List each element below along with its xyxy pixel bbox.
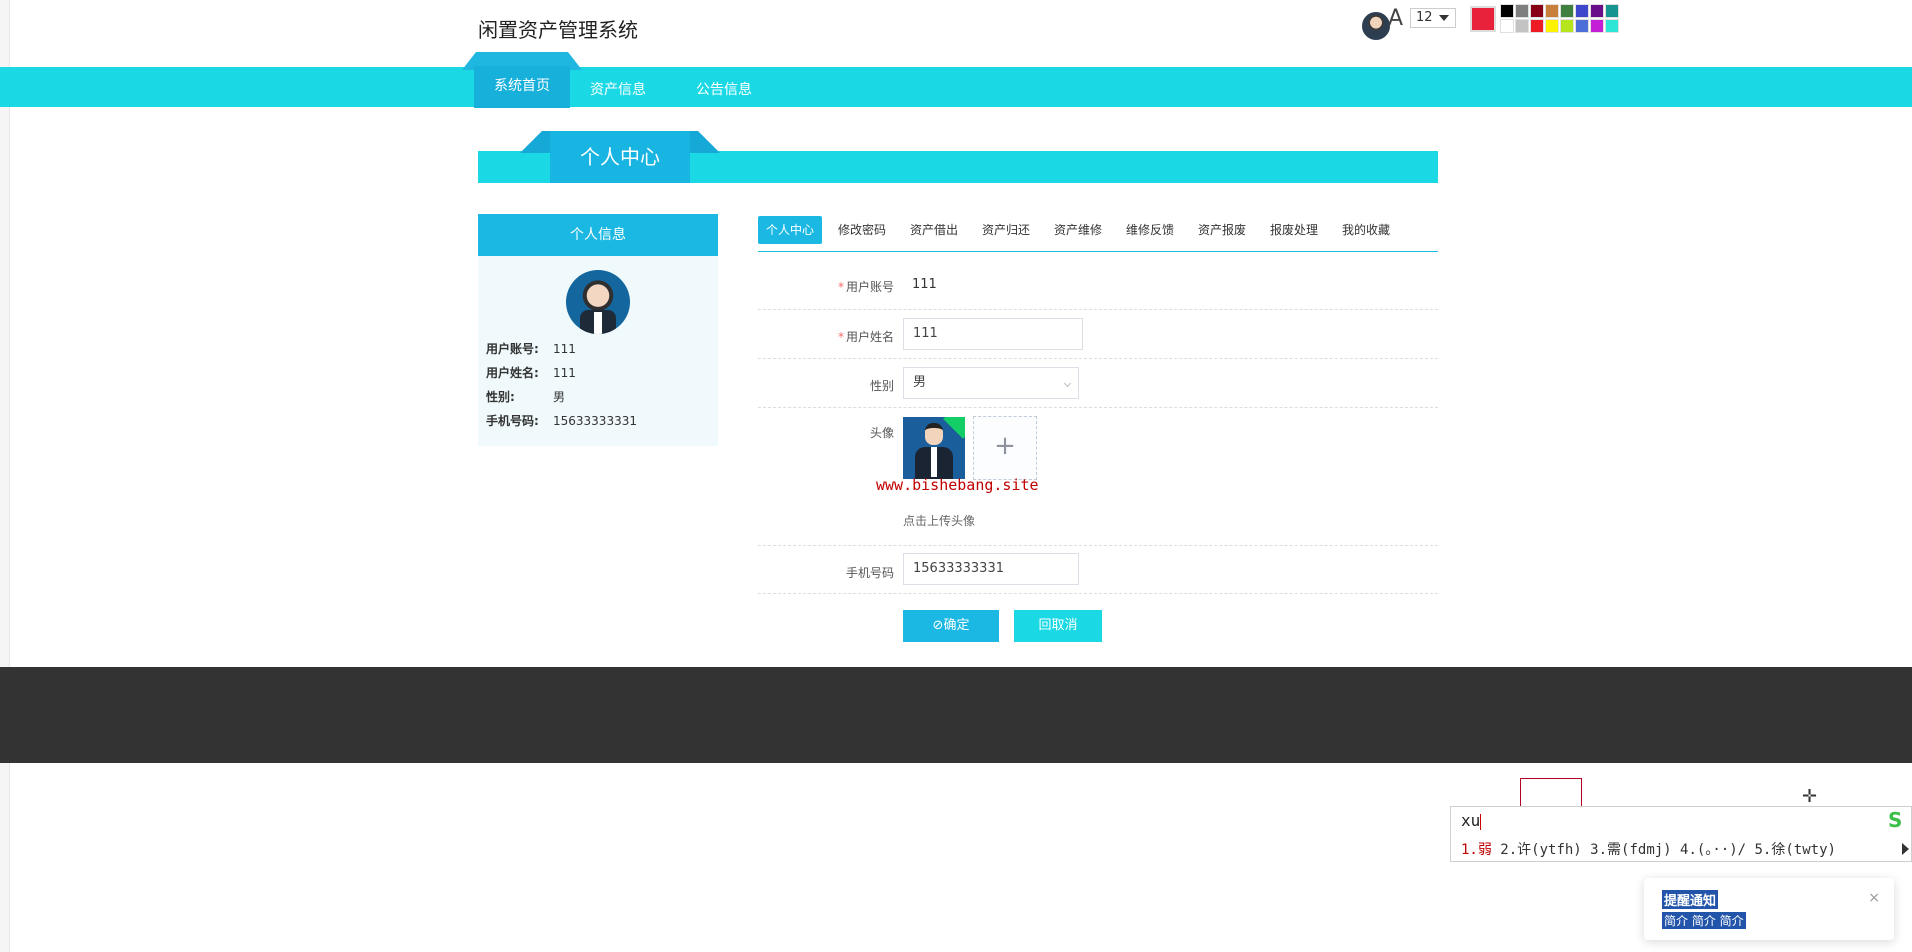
confirm-button[interactable]: ⊘确定 bbox=[903, 610, 999, 642]
ime-candidate[interactable]: 2.许(ytfh) bbox=[1500, 842, 1581, 858]
account-label: * 用户账号 bbox=[837, 280, 894, 294]
tab-change-password[interactable]: 修改密码 bbox=[830, 216, 894, 244]
color-swatch[interactable] bbox=[1575, 4, 1589, 18]
phone-label: 手机号码 bbox=[845, 566, 894, 580]
ime-candidate[interactable]: 3.需(fdmj) bbox=[1590, 842, 1671, 858]
tab-asset-repair[interactable]: 资产维修 bbox=[1046, 216, 1110, 244]
main-navbar bbox=[0, 67, 1912, 107]
ime-candidate[interactable]: 4.(。··)/ bbox=[1680, 842, 1746, 858]
ime-input: xu bbox=[1461, 811, 1482, 830]
nav-label-home: 系统首页 bbox=[494, 78, 550, 94]
chevron-down-icon bbox=[1439, 15, 1449, 21]
form-row-phone: 手机号码 15633333331 bbox=[758, 546, 1438, 594]
color-swatch[interactable] bbox=[1590, 4, 1604, 18]
gender-value: 男 bbox=[913, 375, 927, 390]
profile-card-header: 个人信息 bbox=[478, 214, 718, 256]
upload-tip: 点击上传头像 bbox=[903, 514, 976, 528]
tab-scrap-handling[interactable]: 报废处理 bbox=[1262, 216, 1326, 244]
avatar-thumbnail[interactable] bbox=[903, 417, 965, 479]
ime-candidate[interactable]: 5.徐(twty) bbox=[1755, 842, 1836, 858]
ime-logo-icon: S bbox=[1888, 808, 1903, 832]
section-title-tab: 个人中心 bbox=[520, 131, 720, 183]
tab-my-favorites[interactable]: 我的收藏 bbox=[1334, 216, 1398, 244]
form-row-name: * 用户姓名 111 bbox=[758, 310, 1438, 359]
site-title: 闲置资产管理系统 bbox=[478, 18, 638, 42]
notification-message: 简介 简介 简介 bbox=[1662, 912, 1746, 929]
cancel-button[interactable]: 回取消 bbox=[1014, 610, 1102, 642]
chevron-down-icon bbox=[1063, 379, 1072, 388]
color-swatch[interactable] bbox=[1605, 4, 1619, 18]
tab-personal-center[interactable]: 个人中心 bbox=[758, 216, 823, 244]
ime-caret-frame bbox=[1520, 778, 1582, 808]
current-color-swatch[interactable] bbox=[1470, 6, 1496, 32]
phone-input[interactable]: 15633333331 bbox=[903, 553, 1079, 585]
tab-asset-lend[interactable]: 资产借出 bbox=[902, 216, 966, 244]
tab-asset-scrap[interactable]: 资产报废 bbox=[1190, 216, 1254, 244]
watermark-text: www.bishebang.site bbox=[876, 476, 1039, 494]
notification-title: 提醒通知 bbox=[1662, 890, 1719, 909]
check-icon bbox=[943, 417, 965, 439]
form-row-account: * 用户账号 111 bbox=[758, 260, 1438, 310]
gender-label: 性别 bbox=[869, 379, 894, 393]
color-swatch[interactable] bbox=[1530, 4, 1544, 18]
form-row-gender: 性别 男 bbox=[758, 359, 1438, 408]
color-swatch[interactable] bbox=[1545, 4, 1559, 18]
color-swatch[interactable] bbox=[1500, 4, 1514, 18]
form-row-avatar: 头像 bbox=[758, 408, 1438, 546]
nav-item-assets[interactable]: 资产信息 bbox=[590, 79, 646, 99]
avatar-upload-button[interactable]: + bbox=[973, 416, 1037, 480]
account-value: 111 bbox=[912, 277, 937, 292]
notification-toast: 提醒通知 简介 简介 简介 × bbox=[1644, 878, 1894, 940]
tab-repair-feedback[interactable]: 维修反馈 bbox=[1118, 216, 1182, 244]
font-size-value: 12 bbox=[1416, 10, 1433, 25]
nav-item-home[interactable]: 系统首页 bbox=[462, 52, 582, 108]
left-edge-strip bbox=[0, 0, 10, 952]
profile-field: 性别: 男 bbox=[486, 390, 566, 404]
color-swatch[interactable] bbox=[1545, 19, 1559, 33]
avatar-label: 头像 bbox=[869, 426, 894, 440]
color-swatch[interactable] bbox=[1575, 19, 1589, 33]
profile-field: 用户账号: 111 bbox=[486, 342, 576, 356]
ime-candidate-window: xu 1.弱 2.许(ytfh) 3.需(fdmj) 4.(。··)/ 5.徐(… bbox=[1450, 806, 1912, 862]
color-swatch[interactable] bbox=[1515, 4, 1529, 18]
color-swatch[interactable] bbox=[1590, 19, 1604, 33]
color-palette bbox=[1500, 4, 1622, 33]
color-swatch[interactable] bbox=[1605, 19, 1619, 33]
ime-candidate[interactable]: 1.弱 bbox=[1461, 842, 1492, 858]
color-swatch[interactable] bbox=[1560, 4, 1574, 18]
color-swatch[interactable] bbox=[1560, 19, 1574, 33]
close-icon[interactable]: × bbox=[1868, 890, 1880, 906]
section-title: 个人中心 bbox=[580, 145, 660, 169]
profile-field: 手机号码: 15633333331 bbox=[486, 414, 637, 428]
font-size-select[interactable]: 12 bbox=[1410, 8, 1456, 28]
tab-asset-return[interactable]: 资产归还 bbox=[974, 216, 1038, 244]
nav-item-notices[interactable]: 公告信息 bbox=[696, 79, 752, 99]
profile-field: 用户姓名: 111 bbox=[486, 366, 576, 380]
color-swatch[interactable] bbox=[1515, 19, 1529, 33]
color-swatch[interactable] bbox=[1500, 19, 1514, 33]
name-input[interactable]: 111 bbox=[903, 318, 1083, 350]
crosshair-cursor-icon: ✛ bbox=[1802, 786, 1818, 807]
profile-avatar bbox=[566, 270, 630, 334]
page-footer bbox=[0, 667, 1912, 763]
color-swatch[interactable] bbox=[1530, 19, 1544, 33]
plus-icon: + bbox=[994, 431, 1016, 461]
ime-next-page-icon[interactable] bbox=[1902, 843, 1909, 855]
name-label: * 用户姓名 bbox=[837, 330, 894, 344]
font-icon[interactable]: A bbox=[1388, 6, 1403, 31]
ime-candidates: 1.弱 2.许(ytfh) 3.需(fdmj) 4.(。··)/ 5.徐(twt… bbox=[1461, 839, 1836, 859]
gender-select[interactable]: 男 bbox=[903, 367, 1079, 399]
